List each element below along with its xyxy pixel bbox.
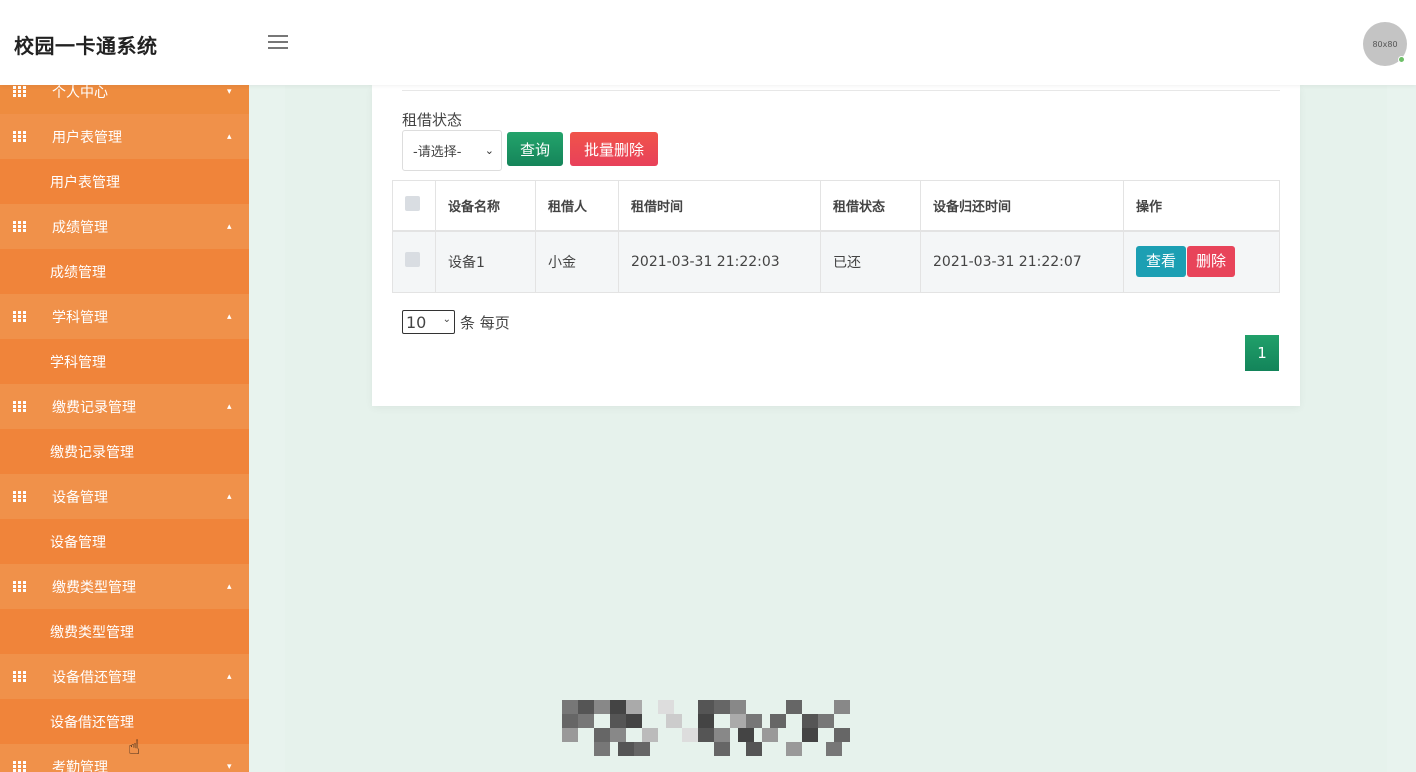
chevron-down-icon: ▾ — [227, 761, 232, 772]
list-panel: 租借状态 -请选择- ⌄ 查询 批量删除 设备名称 租借人 租借时间 租借状态 … — [372, 85, 1300, 406]
hand-cursor-icon: ☝ — [128, 735, 141, 759]
cell-device-name: 设备1 — [435, 230, 536, 293]
table-header-row: 设备名称 租借人 租借时间 租借状态 设备归还时间 操作 — [392, 180, 1280, 232]
col-device-name[interactable]: 设备名称 — [435, 180, 536, 232]
pixelated-footer-image — [562, 700, 858, 756]
sidebar-group-devices[interactable]: 设备管理 ▴ — [0, 474, 249, 519]
sidebar-group-device-borrow[interactable]: 设备借还管理 ▴ — [0, 654, 249, 699]
sidebar-item-grades[interactable]: 成绩管理 — [0, 249, 249, 294]
cell-actions: 查看 删除 — [1123, 230, 1280, 293]
sidebar: 个人中心 ▾ 用户表管理 ▴ 用户表管理 成绩管理 ▴ 成绩管理 学科管理 ▴ … — [0, 85, 249, 772]
sidebar-group-label: 学科管理 — [52, 309, 108, 326]
sidebar-item-subjects[interactable]: 学科管理 — [0, 339, 249, 384]
chevron-up-icon: ▴ — [227, 401, 232, 412]
cell-return-time: 2021-03-31 21:22:07 — [920, 230, 1124, 293]
sidebar-group-label: 缴费记录管理 — [52, 399, 136, 416]
chevron-up-icon: ▴ — [227, 671, 232, 682]
sidebar-group-label: 缴费类型管理 — [52, 579, 136, 596]
chevron-up-icon: ▴ — [227, 491, 232, 502]
row-checkbox[interactable] — [405, 252, 420, 268]
sidebar-group-grades[interactable]: 成绩管理 ▴ — [0, 204, 249, 249]
sidebar-group-user-table[interactable]: 用户表管理 ▴ — [0, 114, 249, 159]
status-select-value: -请选择- — [413, 145, 462, 160]
divider — [402, 90, 1280, 91]
col-borrow-status[interactable]: 租借状态 — [820, 180, 921, 232]
sidebar-group-payment-records[interactable]: 缴费记录管理 ▴ — [0, 384, 249, 429]
top-header: 校园一卡通系统 80x80 — [0, 0, 1416, 85]
sidebar-item-device-borrow[interactable]: 设备借还管理 — [0, 699, 249, 744]
filter-label: 租借状态 — [402, 111, 463, 129]
grid-icon — [13, 130, 26, 142]
sidebar-group-label: 成绩管理 — [52, 219, 108, 236]
batch-delete-button[interactable]: 批量删除 — [570, 132, 658, 166]
row-select-cell — [392, 230, 436, 293]
sidebar-group-subjects[interactable]: 学科管理 ▴ — [0, 294, 249, 339]
sidebar-group-label: 设备借还管理 — [52, 669, 136, 686]
sidebar-group-label: 设备管理 — [52, 489, 108, 506]
grid-icon — [13, 220, 26, 232]
page-size-value: 10 — [406, 312, 427, 332]
borrow-table: 设备名称 租借人 租借时间 租借状态 设备归还时间 操作 设备1 小金 2021… — [392, 180, 1280, 293]
chevron-down-icon: ⌄ — [484, 144, 494, 157]
grid-icon — [13, 400, 26, 412]
chevron-up-icon: ▴ — [227, 311, 232, 322]
page-button-current[interactable]: 1 — [1245, 335, 1279, 371]
grid-icon — [13, 85, 26, 97]
sidebar-group-label: 考勤管理 — [52, 759, 108, 772]
sidebar-group-label: 个人中心 — [52, 85, 108, 101]
sidebar-item-payment-records[interactable]: 缴费记录管理 — [0, 429, 249, 474]
select-all-checkbox[interactable] — [405, 195, 420, 211]
sidebar-group-attendance[interactable]: 考勤管理 ▾ — [0, 744, 249, 772]
select-all-cell — [392, 180, 436, 232]
grid-icon — [13, 490, 26, 502]
chevron-up-icon: ▴ — [227, 581, 232, 592]
online-status-dot — [1398, 56, 1405, 63]
table-row: 设备1 小金 2021-03-31 21:22:03 已还 2021-03-31… — [392, 230, 1280, 293]
sidebar-item-devices[interactable]: 设备管理 — [0, 519, 249, 564]
sidebar-group-payment-types[interactable]: 缴费类型管理 ▴ — [0, 564, 249, 609]
menu-toggle-icon[interactable] — [268, 35, 288, 51]
grid-icon — [13, 670, 26, 682]
chevron-up-icon: ▴ — [227, 221, 232, 232]
sidebar-item-user-table[interactable]: 用户表管理 — [0, 159, 249, 204]
grid-icon — [13, 580, 26, 592]
page-size-select[interactable]: 10 ⌄ — [402, 310, 455, 334]
cell-status: 已还 — [820, 230, 921, 293]
status-select[interactable]: -请选择- ⌄ — [402, 130, 502, 171]
page-size-control: 10 ⌄ 条 每页 — [402, 310, 510, 334]
view-button[interactable]: 查看 — [1136, 246, 1186, 278]
app-title: 校园一卡通系统 — [14, 34, 158, 58]
sidebar-group-personal-center[interactable]: 个人中心 ▾ — [0, 85, 249, 114]
per-page-label: 条 每页 — [460, 313, 510, 332]
sidebar-group-label: 用户表管理 — [52, 129, 122, 146]
chevron-up-icon: ▴ — [227, 131, 232, 142]
query-button[interactable]: 查询 — [507, 132, 563, 166]
col-actions: 操作 — [1123, 180, 1280, 232]
cell-borrower: 小金 — [535, 230, 619, 293]
grid-icon — [13, 760, 26, 772]
chevron-down-icon: ⌄ — [442, 314, 451, 325]
cell-borrow-time: 2021-03-31 21:22:03 — [618, 230, 821, 293]
sidebar-item-payment-types[interactable]: 缴费类型管理 — [0, 609, 249, 654]
grid-icon — [13, 310, 26, 322]
col-return-time[interactable]: 设备归还时间 — [920, 180, 1124, 232]
chevron-down-icon: ▾ — [227, 86, 232, 97]
delete-button[interactable]: 删除 — [1187, 246, 1235, 278]
col-borrower[interactable]: 租借人 — [535, 180, 619, 232]
col-borrow-time[interactable]: 租借时间 — [618, 180, 821, 232]
